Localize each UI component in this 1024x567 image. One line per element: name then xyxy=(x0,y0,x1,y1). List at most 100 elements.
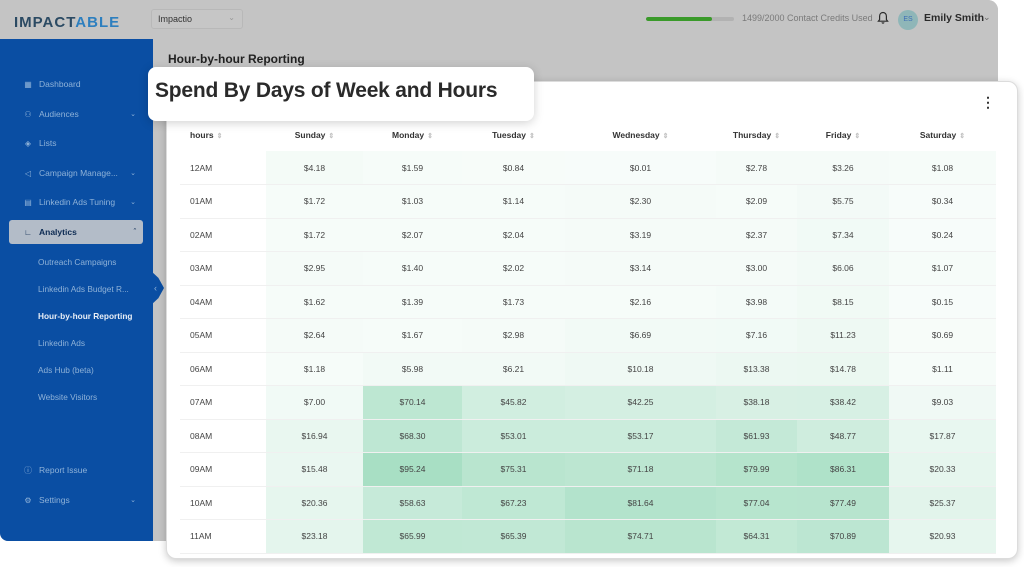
hour-cell: 04AM xyxy=(180,285,266,319)
spend-cell: $95.24 xyxy=(363,452,462,487)
sort-icon[interactable]: ⇕ xyxy=(774,133,780,140)
spend-cell: $0.84 xyxy=(462,151,565,185)
table-row: 03AM $2.95 $1.40 $2.02 $3.14 $3.00 $6.06 $1.07 xyxy=(180,251,996,286)
sidebar-item-report-issue[interactable]: ⓘ Report Issue xyxy=(9,458,143,482)
spend-cell: $77.04 xyxy=(716,486,797,520)
sidebar-item-campaign-manager[interactable]: ◁ Campaign Manage... ⌄ xyxy=(9,161,143,185)
spend-cell: $16.94 xyxy=(266,419,363,453)
column-header-label: Sunday xyxy=(294,130,326,140)
sort-icon[interactable]: ⇕ xyxy=(217,133,223,140)
spend-cell: $1.73 xyxy=(462,285,565,319)
spend-cell: $0.24 xyxy=(889,218,996,252)
spend-cell: $74.71 xyxy=(565,519,716,554)
spend-cell: $0.34 xyxy=(889,184,996,219)
column-header-label: Tuesday xyxy=(492,130,526,140)
impactable-logo[interactable]: IMPACTABLE xyxy=(14,14,120,31)
spend-cell: $1.72 xyxy=(266,218,363,252)
hour-cell: 11AM xyxy=(180,519,266,554)
spend-cell: $20.36 xyxy=(266,486,363,520)
page-title: Hour-by-hour Reporting xyxy=(168,52,305,66)
spend-cell: $7.16 xyxy=(716,318,797,353)
sort-icon[interactable]: ⇕ xyxy=(854,133,860,140)
spend-cell: $2.30 xyxy=(565,184,716,219)
top-bar: IMPACTABLE Impactio ⌄ 1499/2000 Contact … xyxy=(0,0,998,39)
spend-cell: $86.31 xyxy=(797,452,889,487)
spend-cell: $68.30 xyxy=(363,419,462,453)
sidebar-subitem-ads-hub[interactable]: Ads Hub (beta) xyxy=(38,365,94,375)
hour-cell: 08AM xyxy=(180,419,266,453)
spend-cell: $6.21 xyxy=(462,352,565,386)
sort-icon[interactable]: ⇕ xyxy=(328,133,334,140)
spend-cell: $4.18 xyxy=(266,151,363,185)
sort-icon[interactable]: ⇕ xyxy=(663,133,669,140)
sidebar-item-analytics[interactable]: ∟ Analytics ˆ xyxy=(9,220,143,244)
chevron-down-icon[interactable]: ⌄ xyxy=(983,12,991,23)
spend-cell: $81.64 xyxy=(565,486,716,520)
hour-cell: 02AM xyxy=(180,218,266,252)
spend-cell: $17.87 xyxy=(889,419,996,453)
logo-text-part2: ABLE xyxy=(75,14,121,31)
column-header-hours[interactable]: hours ⇕ xyxy=(180,119,266,151)
sort-icon[interactable]: ⇕ xyxy=(959,133,965,140)
hour-cell: 10AM xyxy=(180,486,266,520)
column-header-tuesday[interactable]: Tuesday ⇕ xyxy=(462,119,565,151)
sidebar-subitem-linkedin-ads[interactable]: Linkedin Ads xyxy=(38,338,85,348)
spend-cell: $1.62 xyxy=(266,285,363,319)
spend-cell: $7.34 xyxy=(797,218,889,252)
sidebar-subitem-hour-by-hour-reporting[interactable]: Hour-by-hour Reporting xyxy=(38,311,132,321)
column-header-sunday[interactable]: Sunday ⇕ xyxy=(266,119,363,151)
column-header-monday[interactable]: Monday ⇕ xyxy=(363,119,462,151)
spend-cell: $65.99 xyxy=(363,519,462,554)
column-header-label: Monday xyxy=(392,130,425,140)
column-header-thursday[interactable]: Thursday ⇕ xyxy=(716,119,797,151)
chevron-down-icon: ⌄ xyxy=(130,111,136,118)
table-row: 11AM $23.18 $65.99 $65.39 $74.71 $64.31 $70.89… xyxy=(180,519,996,554)
spend-cell: $70.14 xyxy=(363,385,462,420)
spend-cell: $2.95 xyxy=(266,251,363,286)
sidebar-item-dashboard[interactable]: ▦ Dashboard xyxy=(9,72,143,96)
spend-cell: $2.02 xyxy=(462,251,565,286)
hour-cell: 03AM xyxy=(180,251,266,286)
spend-cell: $1.14 xyxy=(462,184,565,219)
spend-cell: $5.75 xyxy=(797,184,889,219)
spend-cell: $3.26 xyxy=(797,151,889,185)
bell-icon[interactable] xyxy=(877,11,889,25)
sidebar-collapse-handle[interactable]: ‹ xyxy=(150,270,164,306)
spend-cell: $5.98 xyxy=(363,352,462,386)
grid-icon: ▦ xyxy=(24,79,32,89)
spend-cell: $64.31 xyxy=(716,519,797,554)
column-header-wednesday[interactable]: Wednesday ⇕ xyxy=(565,119,716,151)
sidebar-item-label: Linkedin Ads Tuning xyxy=(39,197,116,207)
hour-cell: 12AM xyxy=(180,151,266,185)
sort-icon[interactable]: ⇕ xyxy=(427,133,433,140)
more-options-icon[interactable]: ⋮ xyxy=(981,95,995,109)
sidebar-subitem-outreach-campaigns[interactable]: Outreach Campaigns xyxy=(38,257,116,267)
spend-cell: $61.93 xyxy=(716,419,797,453)
sidebar-item-settings[interactable]: ⚙ Settings ⌄ xyxy=(9,488,143,512)
spend-cell: $38.18 xyxy=(716,385,797,420)
spend-cell: $1.59 xyxy=(363,151,462,185)
spend-cell: $2.16 xyxy=(565,285,716,319)
workspace-value: Impactio xyxy=(158,14,193,24)
column-header-friday[interactable]: Friday ⇕ xyxy=(797,119,889,151)
sort-icon[interactable]: ⇕ xyxy=(529,133,535,140)
spend-cell: $2.78 xyxy=(716,151,797,185)
table-row: 10AM $20.36 $58.63 $67.23 $81.64 $77.04 $77.49… xyxy=(180,486,996,520)
table-header-row: hours ⇕ Sunday ⇕ Monday ⇕ Tuesday ⇕ Wednesday ⇕ Th… xyxy=(180,119,996,151)
sidebar-subitem-linkedin-ads-budget[interactable]: Linkedin Ads Budget R... xyxy=(38,284,129,294)
spend-cell: $15.48 xyxy=(266,452,363,487)
sidebar-item-linkedin-ads-tuning[interactable]: ▤ Linkedin Ads Tuning ⌄ xyxy=(9,190,143,214)
hour-cell: 07AM xyxy=(180,385,266,420)
user-name[interactable]: Emily Smith xyxy=(924,12,984,24)
spend-cell: $7.00 xyxy=(266,385,363,420)
sidebar-subitem-website-visitors[interactable]: Website Visitors xyxy=(38,392,97,402)
sidebar-item-audiences[interactable]: ⚇ Audiences ⌄ xyxy=(9,102,143,126)
spend-cell: $2.04 xyxy=(462,218,565,252)
chevron-up-icon: ˆ xyxy=(133,228,136,236)
column-header-saturday[interactable]: Saturday ⇕ xyxy=(889,119,996,151)
spend-cell: $0.01 xyxy=(565,151,716,185)
spend-cell: $42.25 xyxy=(565,385,716,420)
workspace-select[interactable]: Impactio ⌄ xyxy=(151,9,243,29)
user-avatar[interactable]: ES xyxy=(898,10,918,30)
sidebar-item-lists[interactable]: ◈ Lists xyxy=(9,131,143,155)
